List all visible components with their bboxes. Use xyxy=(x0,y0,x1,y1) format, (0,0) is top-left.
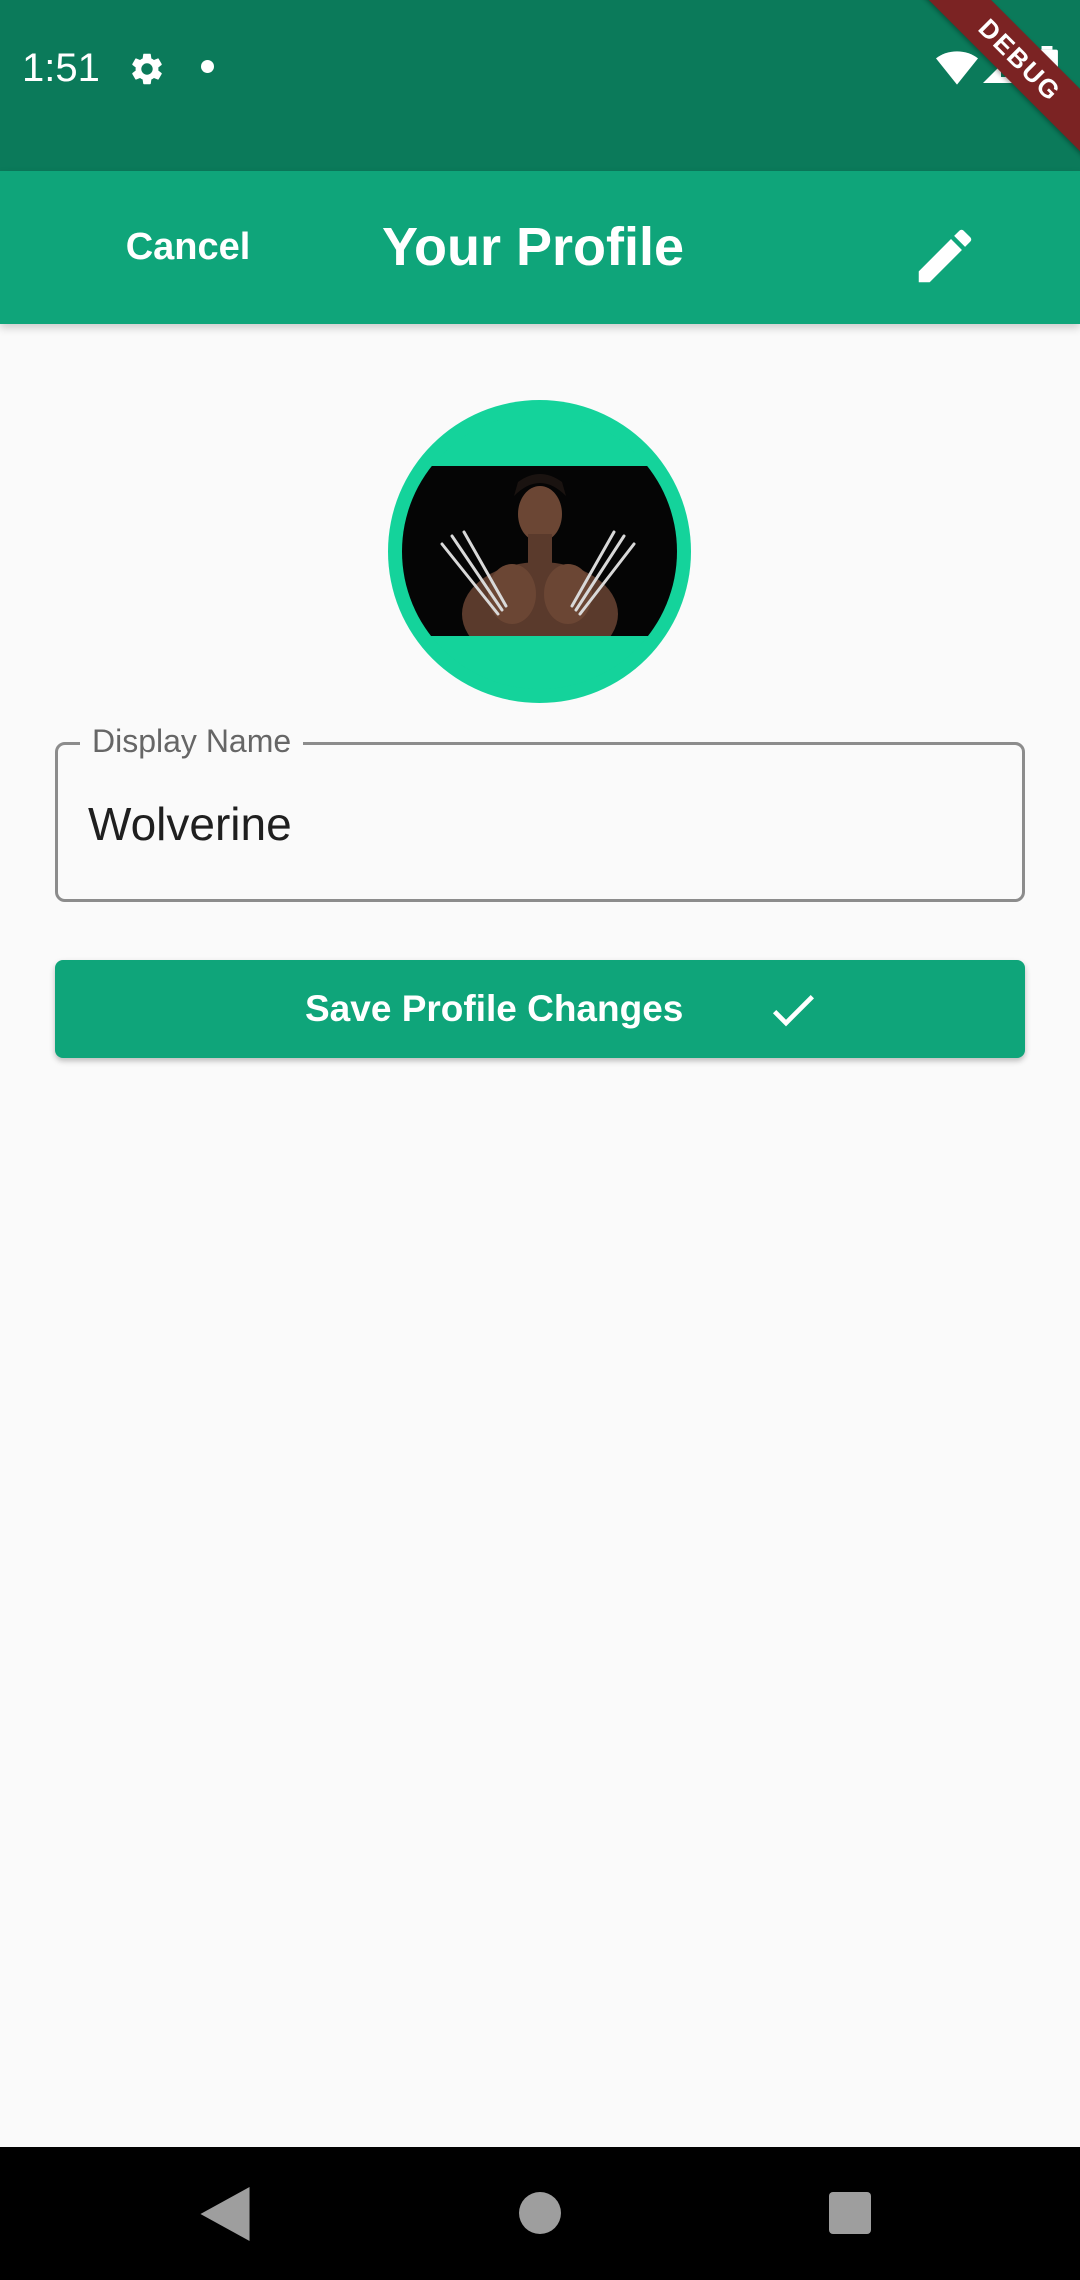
cancel-button[interactable]: Cancel xyxy=(100,207,276,287)
save-profile-label: Save Profile Changes xyxy=(305,988,684,1029)
check-icon xyxy=(772,995,814,1027)
pencil-icon xyxy=(918,229,972,283)
edit-button[interactable] xyxy=(900,211,990,301)
save-profile-button[interactable]: Save Profile Changes xyxy=(55,960,1025,1058)
navigation-bar xyxy=(0,2147,1080,2280)
settings-icon xyxy=(132,53,162,85)
display-name-field[interactable]: Display Name xyxy=(55,719,1025,902)
profile-photo-image xyxy=(402,414,677,689)
recents-icon[interactable] xyxy=(829,2192,871,2234)
display-name-input[interactable] xyxy=(88,789,988,859)
profile-photo xyxy=(402,414,677,689)
status-time: 1:51 xyxy=(22,46,100,90)
back-icon[interactable] xyxy=(200,2187,250,2241)
page-title: Your Profile xyxy=(381,217,685,277)
profile-screen: 1:51 DEBUG Cancel Your Profile Display N… xyxy=(0,0,1080,2280)
display-name-label: Display Name xyxy=(80,719,304,763)
wifi-icon xyxy=(936,51,978,85)
home-icon[interactable] xyxy=(519,2192,561,2234)
status-bar: 1:51 xyxy=(0,0,1080,171)
app-bar: Cancel Your Profile xyxy=(0,171,1080,324)
avatar[interactable] xyxy=(388,400,691,703)
notification-dot-icon xyxy=(201,60,214,73)
